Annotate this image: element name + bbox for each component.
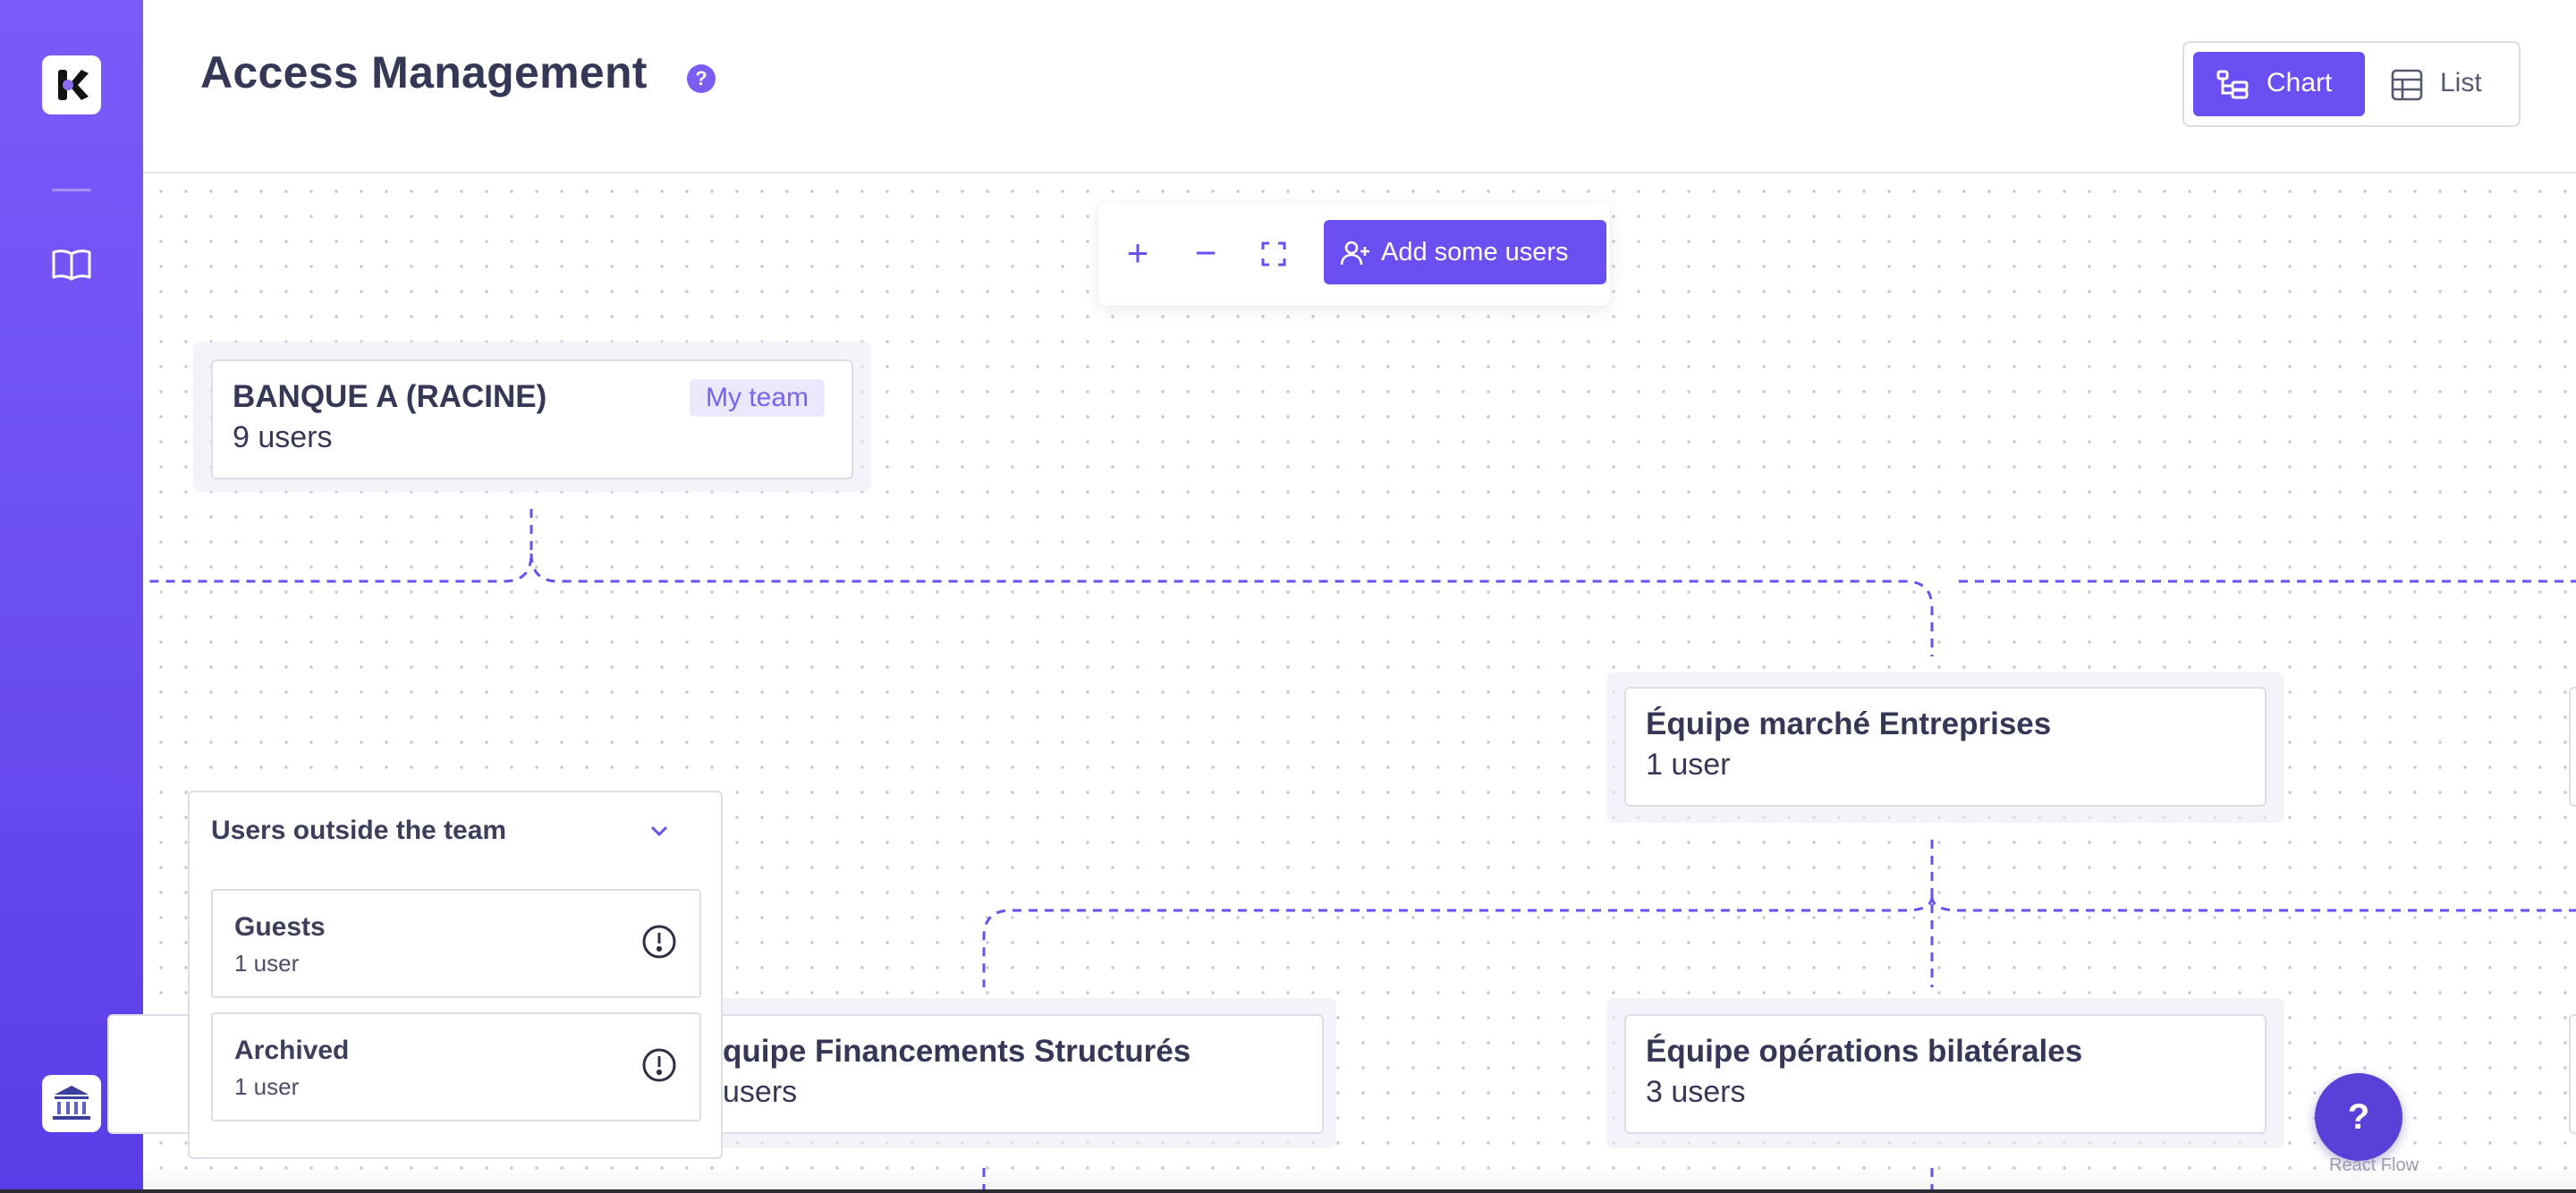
org-node-user-count: users	[723, 1075, 798, 1109]
archived-card[interactable]: Archived 1 user	[211, 1012, 701, 1121]
chevron-down-icon[interactable]	[646, 817, 673, 844]
alert-circle-icon	[642, 1048, 676, 1082]
org-node-partial-right[interactable]	[2569, 687, 2576, 807]
page-header: Access Management ? Chart List	[143, 0, 2576, 173]
org-chart-canvas[interactable]: + − Add some users BANQUE A (RACINE) 9 u…	[107, 173, 2576, 1193]
edge-root-down	[143, 509, 533, 583]
window-bottom-edge	[0, 1189, 2576, 1193]
org-node-name: Équipe marché Entreprises	[1646, 706, 2052, 741]
add-users-label: Add some users	[1381, 238, 1569, 267]
org-node-root[interactable]: BANQUE A (RACINE) 9 users My team	[211, 360, 853, 479]
react-flow-attribution[interactable]: React Flow	[2329, 1155, 2419, 1176]
org-node-bilaterales[interactable]: Équipe opérations bilatérales 3 users	[1624, 1014, 2267, 1134]
my-team-badge: My team	[689, 379, 825, 417]
bank-icon[interactable]	[42, 1075, 101, 1132]
org-chart-icon	[2216, 70, 2249, 99]
group-name: Archived	[234, 1036, 350, 1065]
sidebar-divider	[52, 189, 91, 191]
org-node-partial-right[interactable]	[2569, 1014, 2576, 1134]
chart-view-button[interactable]: Chart	[2193, 52, 2365, 116]
org-node-name: quipe Financements Structurés	[723, 1034, 1191, 1069]
page-title: Access Management	[200, 47, 648, 97]
guests-card[interactable]: Guests 1 user	[211, 889, 701, 998]
org-node-name: BANQUE A (RACINE)	[233, 379, 547, 414]
org-node-name: Équipe opérations bilatérales	[1646, 1034, 2083, 1069]
org-node-user-count: 1 user	[1646, 748, 1731, 782]
book-open-icon[interactable]	[51, 247, 92, 283]
canvas-controls: + − Add some users	[1098, 202, 1610, 306]
help-icon[interactable]: ?	[687, 64, 716, 93]
org-node-user-count: 3 users	[1646, 1075, 1746, 1109]
help-chat-button[interactable]: ?	[2315, 1073, 2402, 1161]
edge-entreprises-left	[982, 895, 1934, 987]
edge-entreprises-right	[1930, 895, 2576, 912]
add-user-icon	[1340, 241, 1369, 266]
users-outside-team-panel: Users outside the team Guests 1 user Arc…	[188, 791, 723, 1159]
chart-view-label: Chart	[2267, 68, 2333, 97]
fit-view-icon	[1261, 241, 1286, 267]
list-view-button[interactable]: List	[2372, 52, 2512, 116]
zoom-in-button[interactable]: +	[1116, 233, 1159, 275]
logo-icon[interactable]	[42, 55, 101, 114]
group-user-count: 1 user	[234, 950, 300, 977]
table-icon	[2391, 69, 2423, 101]
add-users-button[interactable]: Add some users	[1324, 220, 1606, 284]
list-view-label: List	[2440, 68, 2482, 97]
view-toggle: Chart List	[2182, 41, 2521, 127]
edge-root-right	[530, 553, 1934, 656]
fit-view-button[interactable]	[1252, 233, 1295, 275]
org-node-financements[interactable]: quipe Financements Structurés users	[680, 1014, 1324, 1134]
org-node-user-count: 9 users	[233, 420, 333, 454]
zoom-out-button[interactable]: −	[1184, 233, 1227, 275]
group-name: Guests	[234, 912, 326, 942]
group-user-count: 1 user	[234, 1073, 300, 1100]
alert-circle-icon	[642, 925, 676, 959]
users-outside-team-title: Users outside the team	[211, 816, 507, 845]
org-node-entreprises[interactable]: Équipe marché Entreprises 1 user	[1624, 687, 2267, 807]
